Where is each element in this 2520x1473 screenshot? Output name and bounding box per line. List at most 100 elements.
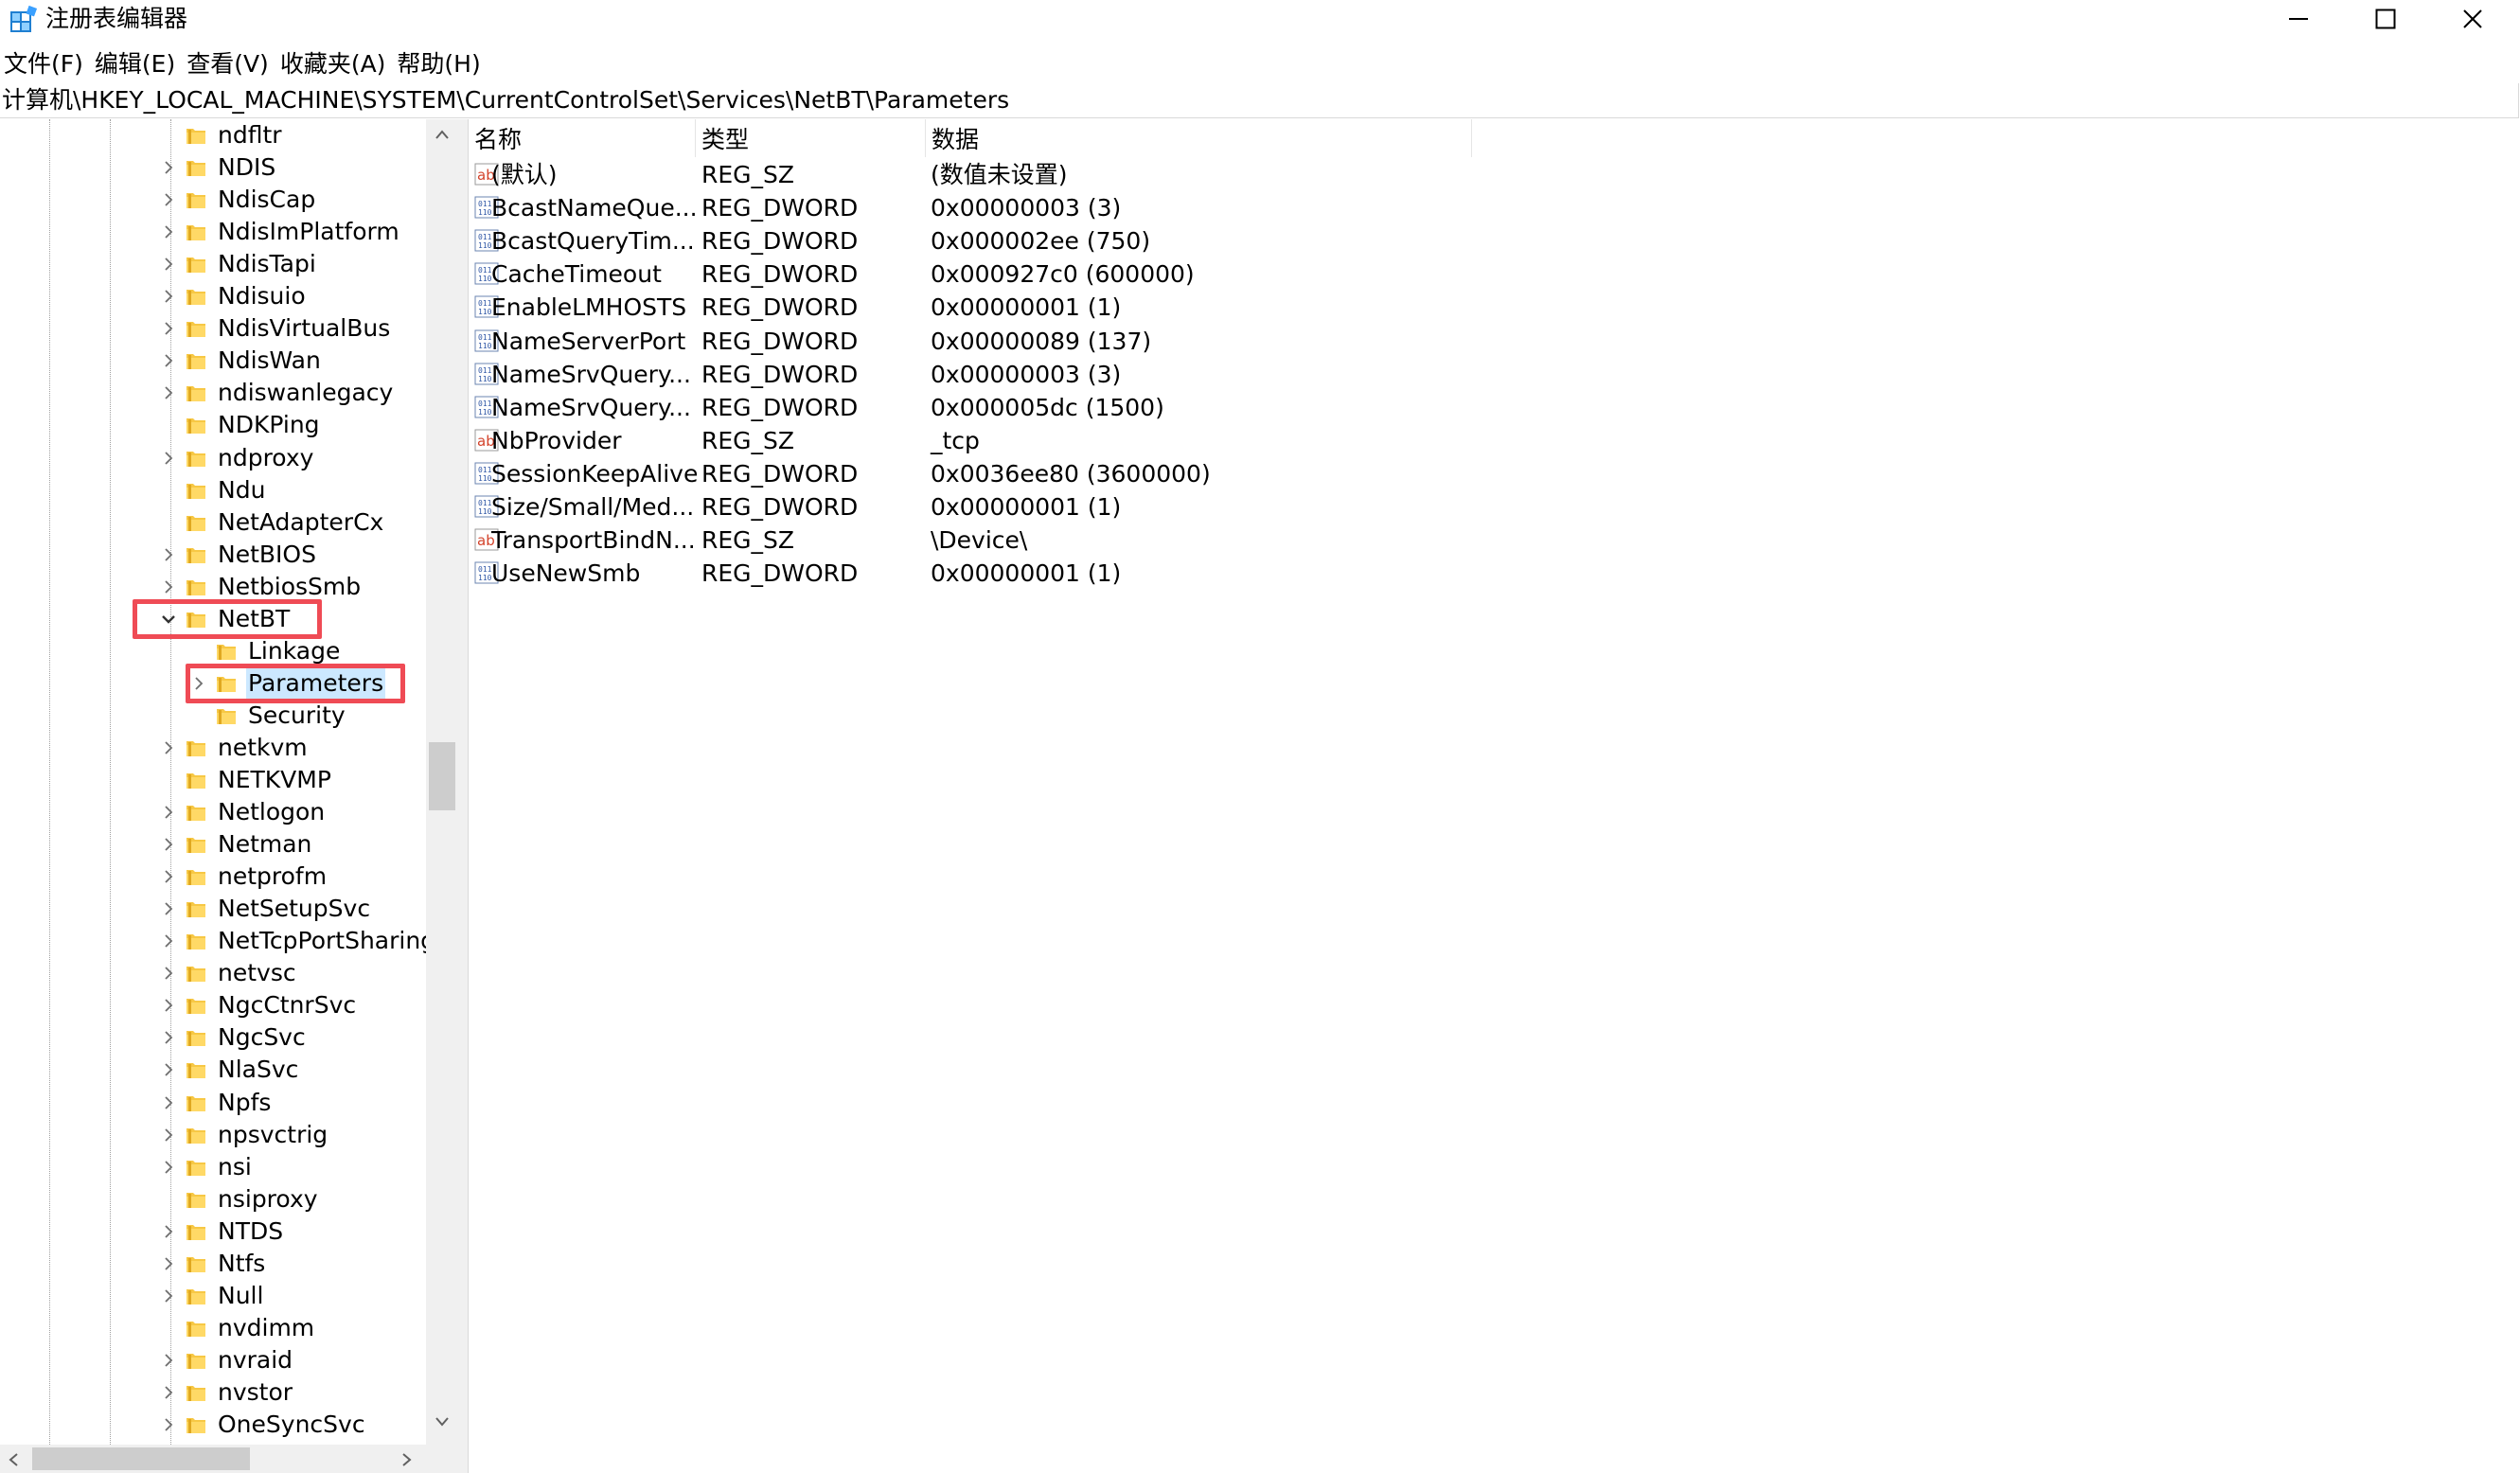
chevron-right-icon[interactable] <box>161 1062 176 1077</box>
tree-item-netbiossmb[interactable]: NetbiosSmb <box>0 571 426 603</box>
tree-item-ndu[interactable]: Ndu <box>0 474 426 506</box>
chevron-right-icon[interactable] <box>161 1160 176 1175</box>
scroll-down-arrow-icon[interactable] <box>435 1416 450 1428</box>
tree-item-ndiswanlegacy[interactable]: ndiswanlegacy <box>0 377 426 409</box>
value-row[interactable]: ab (默认) REG_SZ (数值未设置) <box>469 158 1472 191</box>
tree-item-netlogon[interactable]: Netlogon <box>0 796 426 828</box>
tree-item-npsvctrig[interactable]: npsvctrig <box>0 1119 426 1151</box>
tree-item-ndproxy[interactable]: ndproxy <box>0 442 426 474</box>
chevron-right-icon[interactable] <box>161 1127 176 1143</box>
tree-item-netadaptercx[interactable]: NetAdapterCx <box>0 506 426 539</box>
chevron-right-icon[interactable] <box>161 385 176 400</box>
chevron-right-icon[interactable] <box>161 1256 176 1271</box>
scroll-right-arrow-icon[interactable] <box>401 1452 413 1467</box>
chevron-right-icon[interactable] <box>161 998 176 1013</box>
maximize-button[interactable] <box>2342 0 2429 38</box>
chevron-right-icon[interactable] <box>161 192 176 207</box>
menu-help[interactable]: 帮助(H) <box>391 47 486 81</box>
scroll-up-arrow-icon[interactable] <box>435 129 450 140</box>
tree-item-ndiswan[interactable]: NdisWan <box>0 345 426 377</box>
tree-item-null[interactable]: Null <box>0 1280 426 1312</box>
tree-item-ndistapi[interactable]: NdisTapi <box>0 248 426 280</box>
value-row[interactable]: 011 110 NameServerPort REG_DWORD 0x00000089 … <box>469 325 1472 358</box>
menu-edit[interactable]: 编辑(E) <box>89 47 181 81</box>
tree-item-netman[interactable]: Netman <box>0 828 426 861</box>
chevron-right-icon[interactable] <box>161 901 176 916</box>
tree-item-ndis[interactable]: NDIS <box>0 151 426 184</box>
chevron-right-icon[interactable] <box>161 933 176 949</box>
chevron-right-icon[interactable] <box>161 224 176 240</box>
column-header-name[interactable]: 名称 <box>469 119 696 157</box>
tree-item-onesyncsvc[interactable]: OneSyncSvc <box>0 1409 426 1441</box>
tree-item-nvstor[interactable]: nvstor <box>0 1376 426 1409</box>
column-header-type[interactable]: 类型 <box>696 119 926 157</box>
tree-item-ntds[interactable]: NTDS <box>0 1216 426 1248</box>
tree-vertical-scroll-thumb[interactable] <box>429 742 455 810</box>
scroll-left-arrow-icon[interactable] <box>8 1452 19 1467</box>
chevron-right-icon[interactable] <box>161 1030 176 1045</box>
tree-item-ndisuio[interactable]: Ndisuio <box>0 280 426 312</box>
tree-item-ndisvirtualbus[interactable]: NdisVirtualBus <box>0 312 426 345</box>
chevron-right-icon[interactable] <box>161 547 176 562</box>
value-row[interactable]: 011 110 CacheTimeout REG_DWORD 0x000927c0 (6… <box>469 257 1472 291</box>
chevron-right-icon[interactable] <box>161 1095 176 1110</box>
value-row[interactable]: 011 110 NameSrvQuery... REG_DWORD 0x000005dc… <box>469 391 1472 424</box>
tree-item-ndkping[interactable]: NDKPing <box>0 409 426 441</box>
minimize-button[interactable] <box>2255 0 2342 38</box>
chevron-right-icon[interactable] <box>161 353 176 368</box>
chevron-right-icon[interactable] <box>161 579 176 595</box>
tree-item-ngcctnrsvc[interactable]: NgcCtnrSvc <box>0 989 426 1021</box>
value-row[interactable]: 011 110 SessionKeepAlive REG_DWORD 0x0036ee8… <box>469 457 1472 490</box>
chevron-right-icon[interactable] <box>161 869 176 884</box>
address-bar[interactable]: 计算机\HKEY_LOCAL_MACHINE\SYSTEM\CurrentCon… <box>0 83 2519 118</box>
value-row[interactable]: 011 110 Size/Small/Med... REG_DWORD 0x000000… <box>469 490 1472 524</box>
chevron-right-icon[interactable] <box>161 321 176 336</box>
tree-horizontal-scroll-thumb[interactable] <box>32 1447 250 1470</box>
tree-item-netkvm[interactable]: netkvm <box>0 732 426 764</box>
value-row[interactable]: ab TransportBindN... REG_SZ \Device\ <box>469 524 1472 557</box>
tree-item-nsi[interactable]: nsi <box>0 1151 426 1183</box>
tree-item-nlasvc[interactable]: NlaSvc <box>0 1054 426 1086</box>
tree-item-netsetupsvc[interactable]: NetSetupSvc <box>0 893 426 925</box>
value-row[interactable]: 011 110 NameSrvQuery... REG_DWORD 0x00000003… <box>469 358 1472 391</box>
chevron-right-icon[interactable] <box>161 160 176 175</box>
chevron-right-icon[interactable] <box>161 837 176 852</box>
close-button[interactable] <box>2429 0 2516 38</box>
value-row[interactable]: 011 110 BcastQueryTim... REG_DWORD 0x000002e… <box>469 224 1472 257</box>
tree-vertical-scrollbar[interactable] <box>426 119 458 1445</box>
chevron-right-icon[interactable] <box>161 257 176 272</box>
pane-splitter[interactable] <box>458 119 469 1473</box>
menu-favorites[interactable]: 收藏夹(A) <box>275 47 392 81</box>
tree-item-nvraid[interactable]: nvraid <box>0 1344 426 1376</box>
tree-item-nsiproxy[interactable]: nsiproxy <box>0 1183 426 1216</box>
value-row[interactable]: 011 110 UseNewSmb REG_DWORD 0x00000001 (1) <box>469 557 1472 590</box>
tree-item-ntfs[interactable]: Ntfs <box>0 1248 426 1280</box>
chevron-right-icon[interactable] <box>161 805 176 820</box>
tree-item-nvdimm[interactable]: nvdimm <box>0 1312 426 1344</box>
chevron-right-icon[interactable] <box>161 1417 176 1432</box>
tree-item-ndiscap[interactable]: NdisCap <box>0 184 426 216</box>
chevron-right-icon[interactable] <box>161 289 176 304</box>
chevron-right-icon[interactable] <box>161 740 176 755</box>
tree-item-netprofm[interactable]: netprofm <box>0 861 426 893</box>
chevron-right-icon[interactable] <box>161 451 176 466</box>
tree-item-npfs[interactable]: Npfs <box>0 1087 426 1119</box>
value-row[interactable]: 011 110 EnableLMHOSTS REG_DWORD 0x00000001 (… <box>469 291 1472 324</box>
chevron-right-icon[interactable] <box>161 1288 176 1304</box>
menu-file[interactable]: 文件(F) <box>0 47 89 81</box>
tree-item-security[interactable]: Security <box>0 700 426 732</box>
tree-horizontal-scrollbar[interactable] <box>0 1445 426 1473</box>
chevron-right-icon[interactable] <box>161 1353 176 1368</box>
tree-item-netvsc[interactable]: netvsc <box>0 957 426 989</box>
chevron-right-icon[interactable] <box>161 966 176 981</box>
tree-item-linkage[interactable]: Linkage <box>0 635 426 667</box>
menu-view[interactable]: 查看(V) <box>181 47 275 81</box>
tree-item-ngcsvc[interactable]: NgcSvc <box>0 1021 426 1054</box>
tree-item-netkvmp[interactable]: NETKVMP <box>0 764 426 796</box>
tree-item-netbios[interactable]: NetBIOS <box>0 539 426 571</box>
value-row[interactable]: 011 110 BcastNameQue... REG_DWORD 0x00000003… <box>469 191 1472 224</box>
address-path[interactable]: 计算机\HKEY_LOCAL_MACHINE\SYSTEM\CurrentCon… <box>2 83 1009 117</box>
chevron-right-icon[interactable] <box>161 1385 176 1400</box>
value-row[interactable]: ab NbProvider REG_SZ _tcp <box>469 424 1472 457</box>
tree-item-nettcpportsharing[interactable]: NetTcpPortSharing <box>0 925 435 957</box>
